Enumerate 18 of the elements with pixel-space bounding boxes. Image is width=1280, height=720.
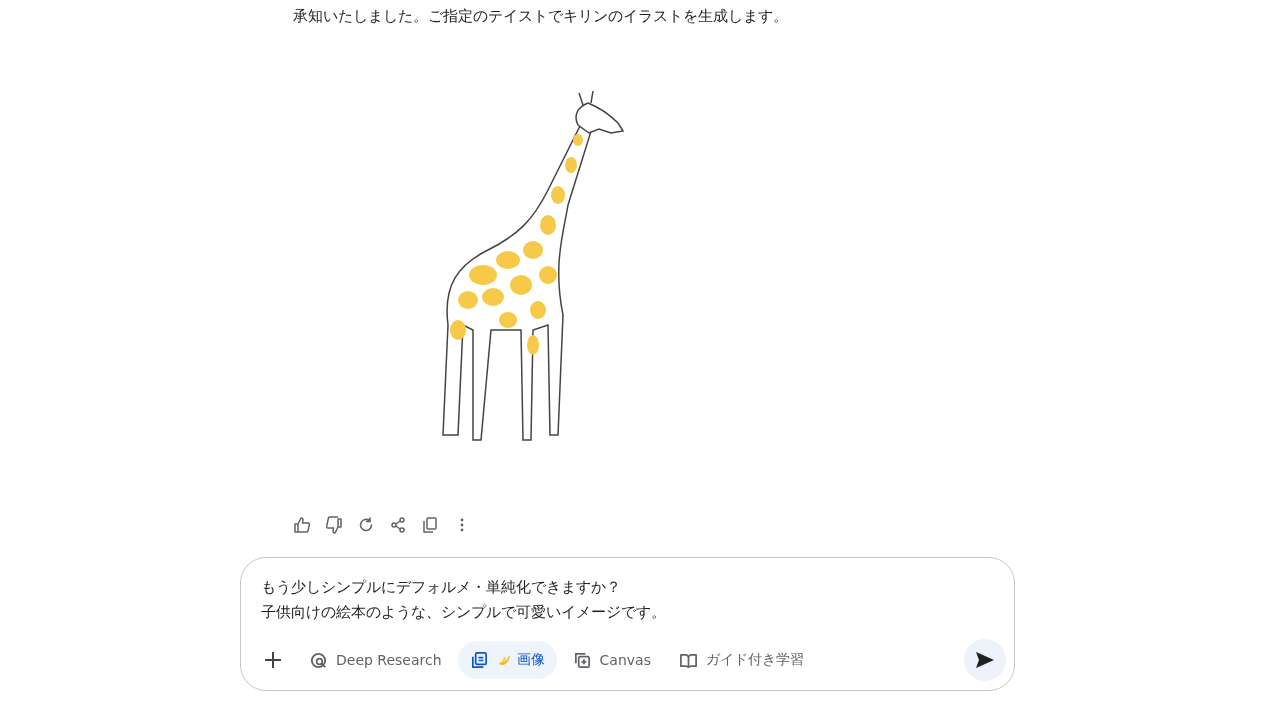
share-icon[interactable] bbox=[389, 516, 407, 534]
thumbs-up-icon[interactable] bbox=[293, 516, 311, 534]
tool-button[interactable]: Deep Research bbox=[297, 641, 454, 679]
tool-button[interactable]: 画像 bbox=[457, 641, 557, 679]
image-stack-icon bbox=[469, 650, 489, 670]
send-button[interactable] bbox=[964, 639, 1006, 681]
canvas-icon bbox=[572, 650, 592, 670]
prompt-line: 子供向けの絵本のような、シンプルで可愛いイメージです。 bbox=[261, 602, 667, 623]
thumbs-down-icon[interactable] bbox=[325, 516, 343, 534]
prompt-field[interactable]: もう少しシンプルにデフォルメ・単純化できますか？ 子供向けの絵本のような、シンプルで可愛いイメージです。 bbox=[261, 575, 1006, 625]
tool-button[interactable]: Canvas bbox=[560, 641, 663, 679]
response-text: 承知いたしました。ご指定のテイストでキリンのイラストを生成します。 bbox=[293, 6, 789, 27]
search-icon bbox=[309, 650, 328, 670]
send-icon bbox=[975, 651, 995, 669]
refresh-icon[interactable] bbox=[357, 516, 375, 534]
copy-icon[interactable] bbox=[421, 516, 439, 534]
tool-button[interactable]: ガイド付き学習 bbox=[666, 641, 816, 679]
prompt-line: もう少しシンプルにデフォルメ・単純化できますか？ bbox=[261, 577, 622, 598]
